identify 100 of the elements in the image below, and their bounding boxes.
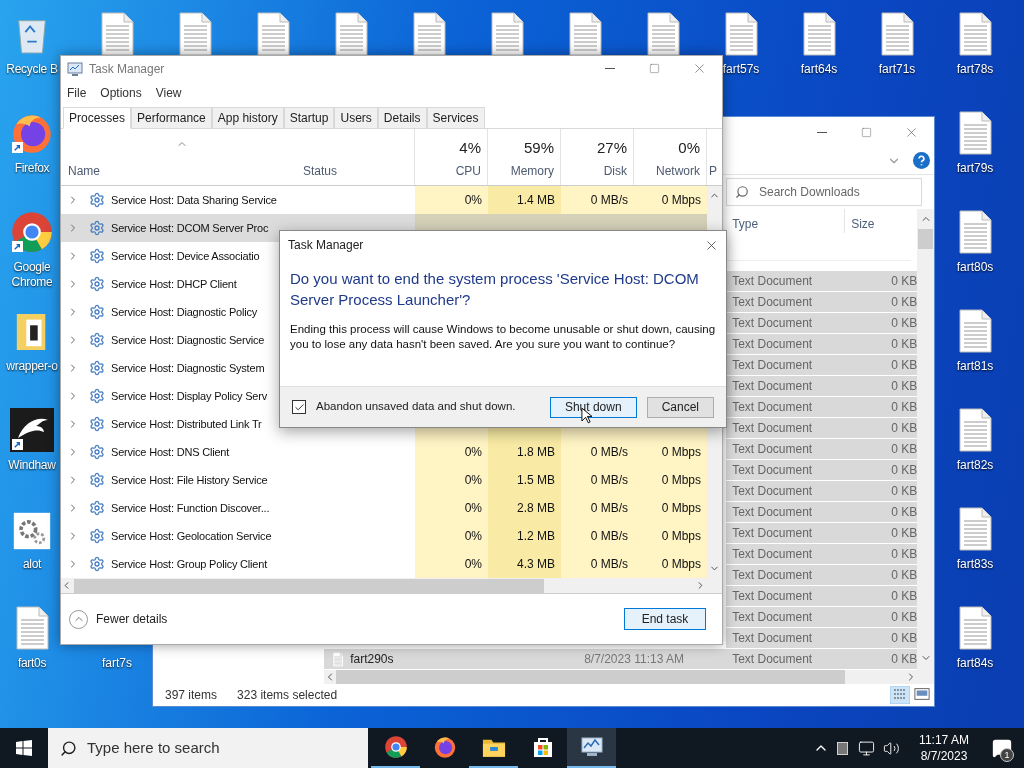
process-row[interactable]: Service Host: Geolocation Service 0% 1.2 MB 0 MB/s 0 Mbps <box>61 522 707 550</box>
clock-date[interactable]: 8/7/2023 <box>920 748 968 764</box>
file-size: 0 KB <box>891 484 918 498</box>
file-row[interactable]: Text Document 0 KB <box>726 544 918 565</box>
process-name: Service Host: DNS Client <box>111 444 230 460</box>
file-icon <box>958 309 992 353</box>
usage-cell: 0 Mbps <box>634 186 707 214</box>
file-size: 0 KB <box>891 547 918 561</box>
search-field[interactable]: Search Downloads <box>726 178 922 206</box>
usage-percent: 0% <box>678 137 700 158</box>
tab[interactable]: Startup <box>283 107 335 129</box>
icon-label[interactable]: fart81s <box>956 359 994 374</box>
file-type: Text Document <box>732 547 813 561</box>
tab[interactable]: App history <box>211 107 284 129</box>
file-row[interactable]: Text Document 0 KB <box>726 355 918 376</box>
icon-label[interactable]: fart57s <box>722 62 760 77</box>
taskbar-search-field[interactable]: Type here to search <box>48 728 368 768</box>
icon-label[interactable]: fart64s <box>800 62 838 77</box>
volume-icon[interactable] <box>883 739 900 757</box>
process-name: Service Host: Distributed Link Tr <box>111 416 262 432</box>
end-task-button[interactable]: End task <box>624 608 706 630</box>
icon-label[interactable]: fart71s <box>878 62 916 77</box>
tab[interactable]: Performance <box>131 107 212 129</box>
file-row[interactable]: Text Document 0 KB <box>726 292 918 313</box>
horizontal-scrollbar[interactable] <box>61 578 722 594</box>
icon-label[interactable]: fart7s <box>102 656 132 671</box>
icon-label[interactable]: fart80s <box>956 260 994 275</box>
file-row[interactable]: Text Document 0 KB <box>726 502 918 523</box>
file-row[interactable]: Text Document 0 KB <box>726 376 918 397</box>
file-type: Text Document <box>732 610 813 624</box>
gear-icon <box>89 220 105 236</box>
file-row[interactable]: Text Document 0 KB <box>726 607 918 628</box>
checkbox-label[interactable]: Abandon unsaved data and shut down. <box>316 398 516 416</box>
fewer-details-button[interactable]: Fewer details <box>69 609 168 629</box>
icon-label[interactable]: fart78s <box>956 62 994 77</box>
icon-label[interactable]: fart79s <box>956 161 994 176</box>
file-row[interactable]: Text Document 0 KB <box>726 271 918 292</box>
details-view-icon[interactable] <box>890 686 910 704</box>
gear-icon <box>12 511 52 551</box>
tab[interactable]: Details <box>377 107 427 129</box>
dialog-button[interactable]: Cancel <box>646 396 714 418</box>
checkbox[interactable] <box>292 400 306 414</box>
icon-label[interactable]: fart83s <box>956 557 994 572</box>
file-size: 0 KB <box>891 442 918 456</box>
column-header[interactable]: Name <box>68 162 296 180</box>
dialog-button[interactable]: Shut down <box>549 396 637 418</box>
gear-icon <box>89 556 105 572</box>
process-row[interactable]: Service Host: Group Policy Client 0% 4.3 MB 0 MB/s 0 Mbps <box>61 550 707 578</box>
column-header[interactable]: Network <box>656 162 700 180</box>
file-row[interactable]: Text Document 0 KB <box>726 397 918 418</box>
column-header[interactable]: Status <box>303 162 414 180</box>
file-row[interactable]: Text Document 0 KB <box>726 334 918 355</box>
usage-cell: 0 MB/s <box>561 494 634 522</box>
column-header[interactable]: P <box>709 162 717 180</box>
column-header[interactable]: Memory <box>510 162 554 180</box>
process-name: Service Host: Device Associatio <box>111 248 260 264</box>
file-size: 0 KB <box>891 589 918 603</box>
menu-item[interactable]: File <box>67 84 87 102</box>
file-row[interactable]: Text Document 0 KB <box>726 439 918 460</box>
icon-label[interactable]: fart84s <box>956 656 994 671</box>
search-icon <box>60 739 77 757</box>
vertical-scrollbar[interactable] <box>917 209 934 684</box>
process-row[interactable]: Service Host: Data Sharing Service 0% 1.4 MB 0 MB/s 0 Mbps <box>61 186 707 214</box>
scroll-thumb[interactable] <box>918 229 934 249</box>
menu-item[interactable]: Options <box>100 84 142 102</box>
grid-square-icon[interactable] <box>837 741 848 755</box>
file-size: 0 KB <box>891 463 918 477</box>
thumbnail-view-icon[interactable] <box>914 686 930 702</box>
tab[interactable]: Users <box>334 107 378 129</box>
taskbar-app-button[interactable] <box>567 728 616 768</box>
help-icon[interactable] <box>913 152 930 169</box>
monitor-chart-icon <box>67 60 83 77</box>
clock-time[interactable]: 11:17 AM <box>919 732 969 748</box>
file-row[interactable]: Text Document 0 KB <box>726 481 918 502</box>
column-header[interactable]: Size <box>845 209 918 233</box>
file-type: Text Document <box>732 295 813 309</box>
file-row[interactable]: fart290s 8/7/2023 11:13 AM Text Document 0 KB <box>324 649 918 670</box>
usage-cell: 0 Mbps <box>634 550 707 578</box>
process-row[interactable]: Service Host: File History Service 0% 1.5 MB 0 MB/s 0 Mbps <box>61 466 707 494</box>
column-header[interactable]: CPU <box>455 162 481 180</box>
horizontal-scrollbar[interactable] <box>324 670 918 684</box>
file-row[interactable]: Text Document 0 KB <box>726 523 918 544</box>
process-name: Service Host: Diagnostic Policy <box>111 304 258 320</box>
process-row[interactable]: Service Host: DNS Client 0% 1.8 MB 0 MB/s 0 Mbps <box>61 438 707 466</box>
usage-cell: 0 Mbps <box>634 438 707 466</box>
file-row[interactable]: Text Document 0 KB <box>726 628 918 649</box>
menu-item[interactable]: View <box>155 84 182 102</box>
tab[interactable]: Processes <box>63 107 132 129</box>
network-icon[interactable] <box>858 739 875 757</box>
file-icon <box>332 651 345 667</box>
usage-cell: 0% <box>415 186 488 214</box>
file-row[interactable]: Text Document 0 KB <box>726 586 918 607</box>
file-row[interactable]: Text Document 0 KB <box>726 418 918 439</box>
file-row[interactable]: Text Document 0 KB <box>726 460 918 481</box>
column-header[interactable]: Disk <box>603 162 627 180</box>
file-row[interactable]: Text Document 0 KB <box>726 565 918 586</box>
process-row[interactable]: Service Host: Function Discover... 0% 2.8 MB 0 MB/s 0 Mbps <box>61 494 707 522</box>
icon-label[interactable]: fart82s <box>956 458 994 473</box>
file-row[interactable]: Text Document 0 KB <box>726 313 918 334</box>
tab[interactable]: Services <box>426 107 485 129</box>
